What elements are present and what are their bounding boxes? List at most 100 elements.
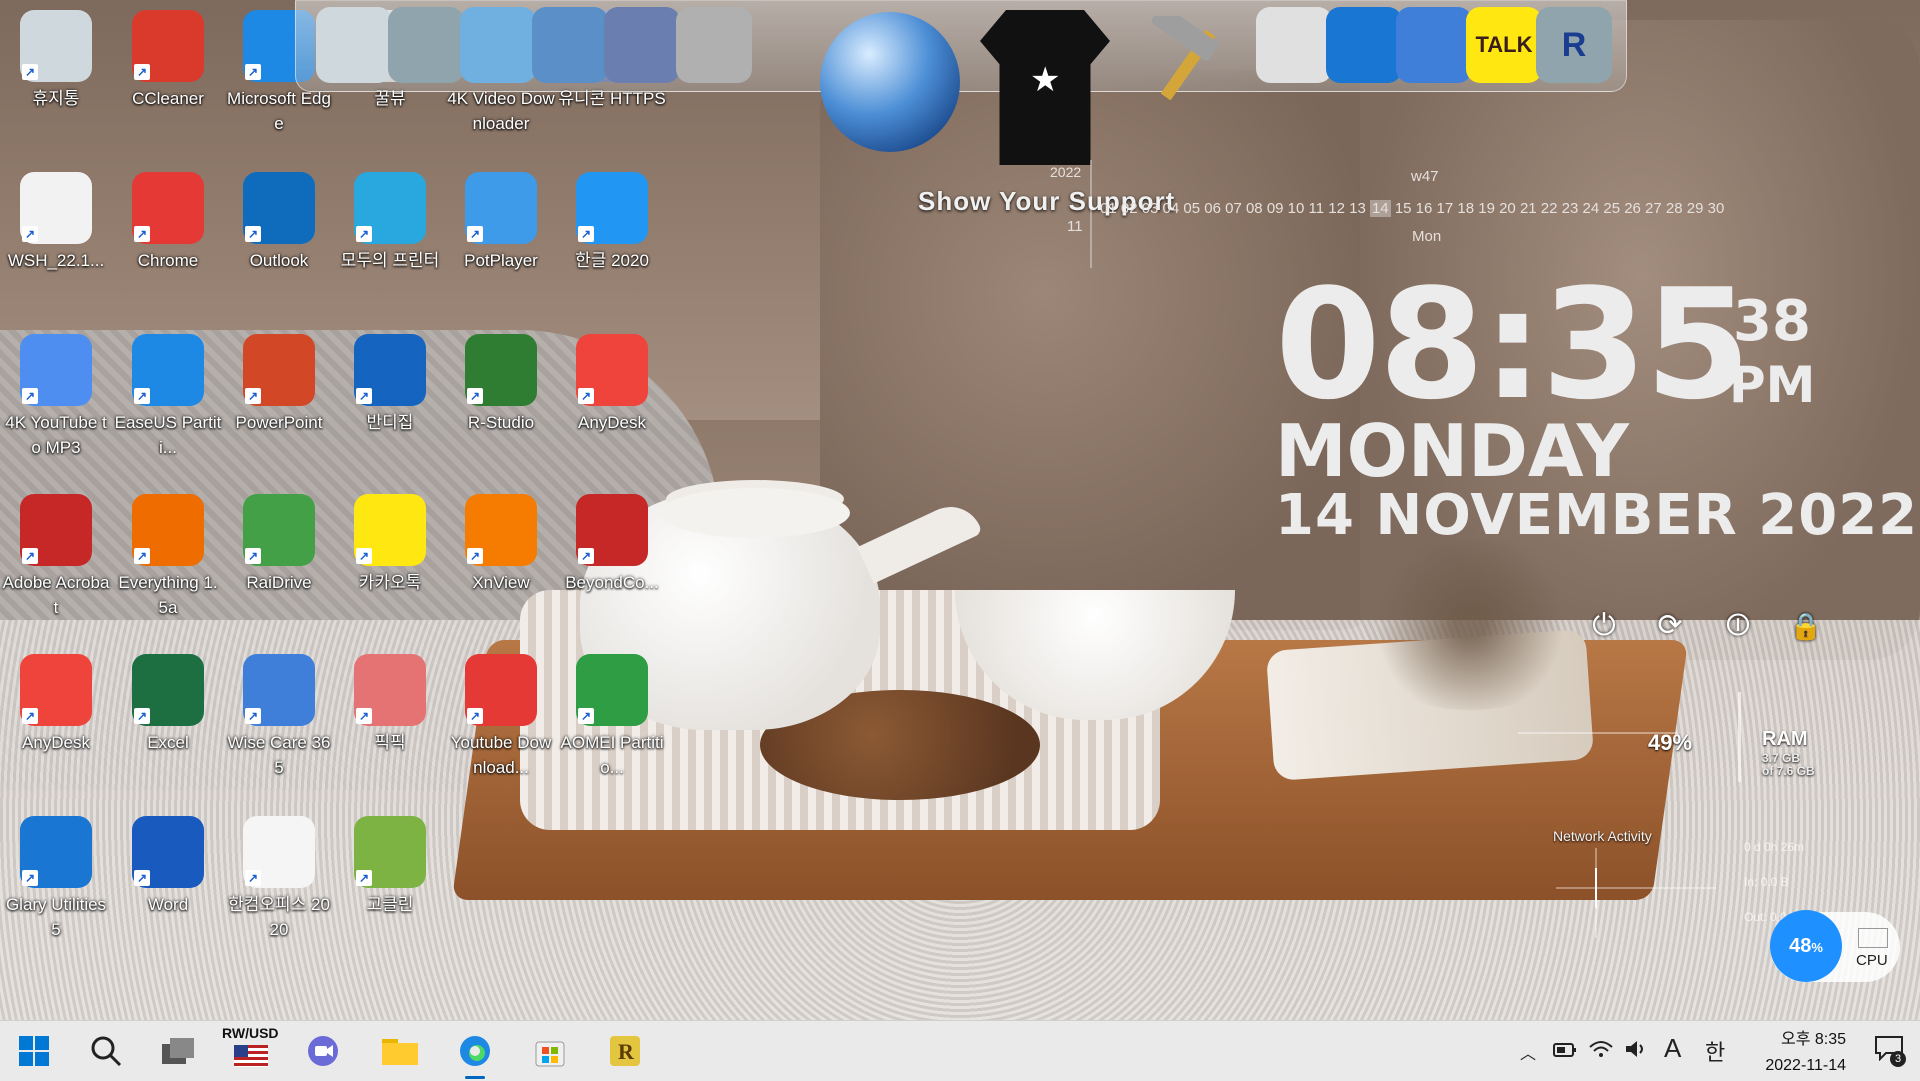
desktop-icon-34[interactable]: ↗ 고클린 — [336, 816, 444, 917]
desktop-icon-29[interactable]: ↗ Youtube Download... — [447, 654, 555, 780]
calendar-days-before: 01 02 03 04 05 06 07 08 09 10 11 12 13 — [1100, 200, 1366, 217]
restart-button[interactable]: ⟳ — [1650, 606, 1690, 646]
desktop-icon-13[interactable]: ↗ 4K YouTube to MP3 — [2, 334, 110, 460]
shortcut-arrow-icon: ↗ — [245, 226, 261, 242]
us-flag-icon[interactable] — [234, 1045, 268, 1067]
desktop-icon-22[interactable]: ↗ 카카오톡 — [336, 494, 444, 595]
r-studio-icon[interactable]: R — [1536, 7, 1612, 83]
language-label[interactable]: 한 — [1705, 1035, 1725, 1067]
teams-chat-button[interactable] — [303, 1031, 343, 1071]
tshirt-icon[interactable]: ★ — [980, 10, 1110, 165]
wifi-icon[interactable] — [1588, 1039, 1614, 1059]
shortcut-arrow-icon: ↗ — [134, 870, 150, 886]
cpu-label: CPU — [1856, 952, 1888, 969]
shutdown-button[interactable]: ⏻ — [1584, 606, 1624, 646]
desktop-icon-label: 픽픽 — [374, 733, 406, 752]
cloud-music-icon: ↗ — [20, 334, 92, 406]
desktop-icon-label: 4K Video Downloader — [447, 89, 555, 133]
desktop-icon-33[interactable]: ↗ 한컴오피스 2020 — [225, 816, 333, 942]
desktop-icon-label: Adobe Acrobat — [2, 573, 110, 617]
desktop-icon-21[interactable]: ↗ RaiDrive — [225, 494, 333, 595]
desktop-icon-24[interactable]: ↗ BeyondCo... — [558, 494, 666, 595]
battery-icon[interactable] — [1553, 1041, 1577, 1059]
ime-mode-label[interactable]: A — [1664, 1033, 1681, 1064]
kakaotalk-icon[interactable]: TALK — [1466, 7, 1542, 83]
acrobat-icon: ↗ — [20, 494, 92, 566]
currency-label[interactable]: RW/USD — [222, 1025, 279, 1041]
desktop-icon-15[interactable]: ↗ PowerPoint — [225, 334, 333, 435]
rainlendar-button[interactable]: R — [605, 1031, 645, 1071]
recycle-bin-icon[interactable] — [1256, 7, 1332, 83]
desktop-icon-28[interactable]: ↗ 픽픽 — [336, 654, 444, 755]
desktop-icon-label: AnyDesk — [577, 413, 647, 432]
store-button[interactable] — [530, 1031, 570, 1071]
search-button[interactable] — [86, 1031, 126, 1071]
cpu-widget[interactable]: 48% CPU — [1770, 910, 1900, 982]
file-explorer-button[interactable] — [380, 1031, 420, 1071]
wise-care-icon[interactable] — [1396, 7, 1472, 83]
tools-icon[interactable] — [676, 7, 752, 83]
desktop-icon-label: 반디집 — [366, 413, 414, 432]
tray-overflow-icon[interactable]: ︿ — [1520, 1040, 1536, 1064]
network-graph — [1556, 848, 1716, 938]
taskbar-clock[interactable]: 오후 8:35 2022-11-14 — [1746, 1027, 1846, 1079]
desktop-icon-8[interactable]: ↗ Chrome — [114, 172, 222, 273]
desktop-icon-label: 고클린 — [366, 895, 414, 914]
notification-badge: 3 — [1890, 1051, 1906, 1067]
folder-icon[interactable] — [460, 7, 536, 83]
globe-icon[interactable] — [820, 12, 960, 152]
desktop-icon-label: 모두의 프린터 — [340, 251, 440, 270]
shortcut-arrow-icon: ↗ — [134, 226, 150, 242]
desktop-icon-17[interactable]: ↗ R-Studio — [447, 334, 555, 435]
shortcut-arrow-icon: ↗ — [578, 388, 594, 404]
shortcut-arrow-icon: ↗ — [22, 64, 38, 80]
desktop-icon-9[interactable]: ↗ Outlook — [225, 172, 333, 273]
desktop-icon-10[interactable]: ↗ 모두의 프린터 — [336, 172, 444, 273]
network-globe-icon[interactable] — [388, 7, 464, 83]
desktop-icon-label: Chrome — [137, 251, 199, 270]
desktop-icon-31[interactable]: ↗ Glary Utilities 5 — [2, 816, 110, 942]
desktop-icon-18[interactable]: ↗ AnyDesk — [558, 334, 666, 435]
svg-text:R: R — [618, 1039, 635, 1064]
goclean-icon: ↗ — [354, 816, 426, 888]
calendar-divider — [1090, 160, 1092, 268]
shortcut-arrow-icon: ↗ — [134, 64, 150, 80]
edge-button[interactable] — [455, 1031, 495, 1079]
desktop-icon-19[interactable]: ↗ Adobe Acrobat — [2, 494, 110, 620]
desktop-icon-12[interactable]: ↗ 한글 2020 — [558, 172, 666, 273]
desktop-icon-16[interactable]: ↗ 반디집 — [336, 334, 444, 435]
calendar-days: 01 02 03 04 05 06 07 08 09 10 11 12 13 1… — [1100, 200, 1724, 217]
bandizip-icon: ↗ — [354, 334, 426, 406]
glary-icon[interactable] — [1326, 7, 1402, 83]
desktop-icon-1[interactable]: ↗ 휴지통 — [2, 10, 110, 111]
desktop-icon-label: 휴지통 — [32, 89, 80, 108]
desktop-icon-23[interactable]: ↗ XnView — [447, 494, 555, 595]
desktop-icon-20[interactable]: ↗ Everything 1.5a — [114, 494, 222, 620]
desktop-icon-26[interactable]: ↗ Excel — [114, 654, 222, 755]
start-button[interactable] — [14, 1031, 54, 1071]
desktop-icon-label: 한컴오피스 2020 — [228, 895, 330, 939]
desktop-icon-14[interactable]: ↗ EaseUS Partiti... — [114, 334, 222, 460]
desktop-icon-27[interactable]: ↗ Wise Care 365 — [225, 654, 333, 780]
shortcut-arrow-icon: ↗ — [578, 226, 594, 242]
hangul-icon: ↗ — [576, 172, 648, 244]
task-view-button[interactable] — [158, 1031, 198, 1071]
shortcut-arrow-icon: ↗ — [22, 388, 38, 404]
folder-icon[interactable] — [604, 7, 680, 83]
desktop-icon-7[interactable]: ↗ WSH_22.1... — [2, 172, 110, 273]
desktop-icon-32[interactable]: ↗ Word — [114, 816, 222, 917]
desktop-icon-label: Outlook — [249, 251, 309, 270]
kakaotalk-icon: ↗ — [354, 494, 426, 566]
desktop-icon-11[interactable]: ↗ PotPlayer — [447, 172, 555, 273]
desktop-icon-label: AnyDesk — [21, 733, 91, 752]
desktop-icon-30[interactable]: ↗ AOMEI Partitio... — [558, 654, 666, 780]
monitor-icon[interactable] — [316, 7, 392, 83]
hammer-icon[interactable] — [1130, 16, 1250, 106]
volume-icon[interactable] — [1624, 1039, 1648, 1059]
desktop-icon-label: XnView — [472, 573, 530, 592]
folder-icon[interactable] — [532, 7, 608, 83]
logoff-button[interactable]: ⏼ — [1718, 606, 1758, 646]
lock-button[interactable]: 🔒 — [1786, 606, 1826, 646]
desktop-icon-2[interactable]: ↗ CCleaner — [114, 10, 222, 111]
desktop-icon-25[interactable]: ↗ AnyDesk — [2, 654, 110, 755]
